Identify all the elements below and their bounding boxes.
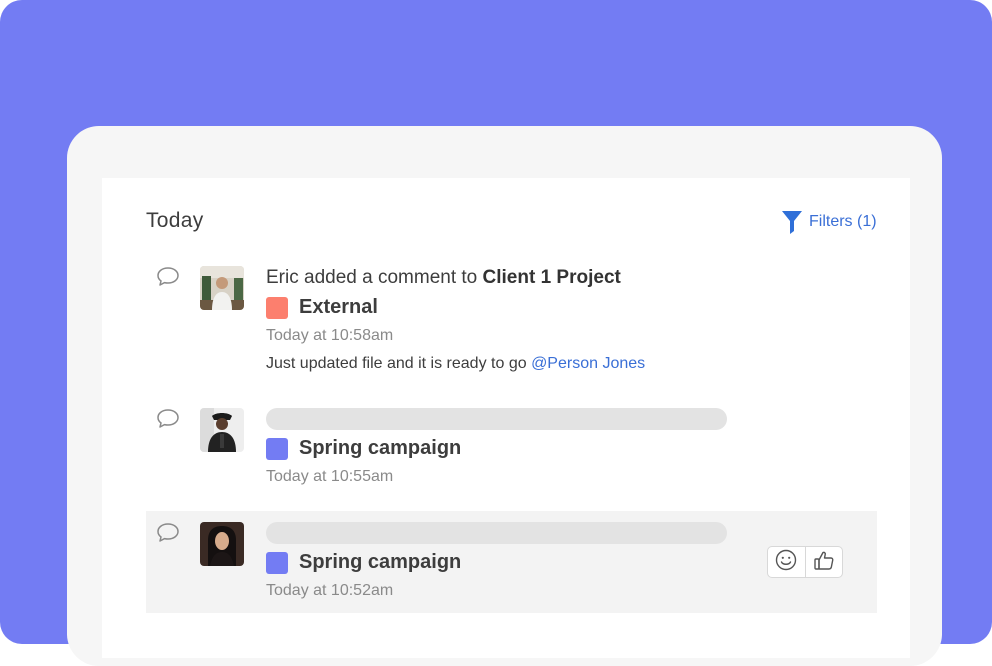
activity-description: Eric added a comment to Client 1 Project bbox=[266, 267, 621, 289]
comment-text: Just updated file and it is ready to go … bbox=[266, 355, 645, 373]
like-button[interactable] bbox=[804, 547, 843, 577]
loading-placeholder bbox=[266, 408, 727, 430]
avatar-user[interactable] bbox=[200, 522, 244, 566]
timestamp: Today at 10:58am bbox=[266, 327, 394, 344]
smiley-icon bbox=[775, 549, 797, 576]
tag-color-swatch bbox=[266, 551, 288, 574]
add-reaction-button[interactable] bbox=[768, 547, 805, 577]
avatar-eric[interactable] bbox=[200, 266, 244, 310]
action-text: added a comment to bbox=[298, 267, 483, 288]
comment-icon bbox=[156, 408, 180, 430]
filters-label: Filters (1) bbox=[809, 213, 877, 230]
comment-icon bbox=[156, 522, 180, 544]
timestamp: Today at 10:52am bbox=[266, 582, 394, 599]
loading-placeholder bbox=[266, 522, 727, 544]
tag-external[interactable]: External bbox=[266, 296, 378, 319]
section-title: Today bbox=[146, 209, 204, 232]
thumbs-up-icon bbox=[813, 549, 835, 576]
filter-funnel-icon bbox=[781, 210, 803, 234]
target-project-link[interactable]: Client 1 Project bbox=[483, 267, 621, 288]
filters-button[interactable]: Filters (1) bbox=[781, 209, 877, 235]
tag-label: Spring campaign bbox=[299, 551, 462, 573]
comment-icon bbox=[156, 266, 180, 288]
mention-link[interactable]: @Person Jones bbox=[531, 355, 645, 372]
timestamp: Today at 10:55am bbox=[266, 468, 394, 485]
comment-body-text: Just updated file and it is ready to go bbox=[266, 355, 532, 372]
tag-spring-campaign[interactable]: Spring campaign bbox=[266, 551, 461, 574]
reaction-bar bbox=[767, 546, 843, 578]
tag-label: Spring campaign bbox=[299, 437, 462, 459]
tag-label: External bbox=[299, 296, 378, 318]
tag-color-swatch bbox=[266, 296, 288, 319]
actor-name[interactable]: Eric bbox=[266, 267, 299, 288]
tag-color-swatch bbox=[266, 437, 288, 460]
tag-spring-campaign[interactable]: Spring campaign bbox=[266, 437, 461, 460]
avatar-user[interactable] bbox=[200, 408, 244, 452]
